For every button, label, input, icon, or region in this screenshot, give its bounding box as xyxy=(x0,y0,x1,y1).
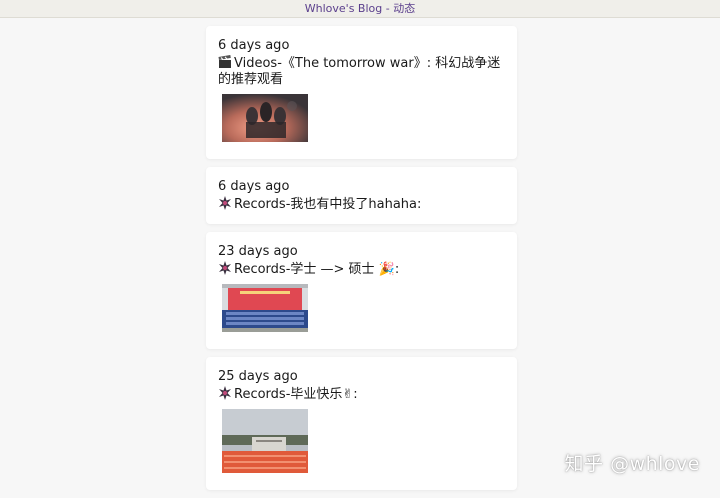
card-text-row: Videos-《The tomorrow war》: 科幻战争迷的推荐观看 xyxy=(218,55,505,88)
card-text: Records-学士 —> 硕士 🎉: xyxy=(234,262,399,277)
card-text-row: Records-学士 —> 硕士 🎉: xyxy=(218,261,505,278)
card-thumbnail[interactable] xyxy=(222,94,308,142)
card-thumbnail[interactable] xyxy=(222,409,308,473)
clapperboard-icon xyxy=(218,55,232,69)
card-timestamp: 6 days ago xyxy=(218,38,505,54)
feed-card[interactable]: 25 days ago Records-毕业快乐✌: xyxy=(206,357,517,490)
feed-card[interactable]: 6 days ago Videos-《The tomorrow war》: 科幻… xyxy=(206,26,517,159)
activity-feed: 6 days ago Videos-《The tomorrow war》: 科幻… xyxy=(206,26,517,498)
card-thumbnail[interactable] xyxy=(222,284,308,332)
card-text: Records-我也有中投了hahaha: xyxy=(234,197,421,212)
card-text: Records-毕业快乐✌: xyxy=(234,387,358,402)
card-timestamp: 23 days ago xyxy=(218,244,505,260)
sparkle-icon xyxy=(218,196,232,210)
card-timestamp: 25 days ago xyxy=(218,369,505,385)
card-text: Videos-《The tomorrow war》: 科幻战争迷的推荐观看 xyxy=(218,56,500,87)
sparkle-icon xyxy=(218,261,232,275)
sparkle-icon xyxy=(218,386,232,400)
feed-card[interactable]: 23 days ago Records-学士 —> 硕士 🎉: xyxy=(206,232,517,349)
card-timestamp: 6 days ago xyxy=(218,179,505,195)
window-title: Whlove's Blog - 动态 xyxy=(0,0,720,18)
card-text-row: Records-毕业快乐✌: xyxy=(218,386,505,403)
zhihu-watermark: 知乎 @whlove xyxy=(565,449,700,476)
card-text-row: Records-我也有中投了hahaha: xyxy=(218,196,505,213)
feed-card[interactable]: 6 days ago Records-我也有中投了hahaha: xyxy=(206,167,517,224)
